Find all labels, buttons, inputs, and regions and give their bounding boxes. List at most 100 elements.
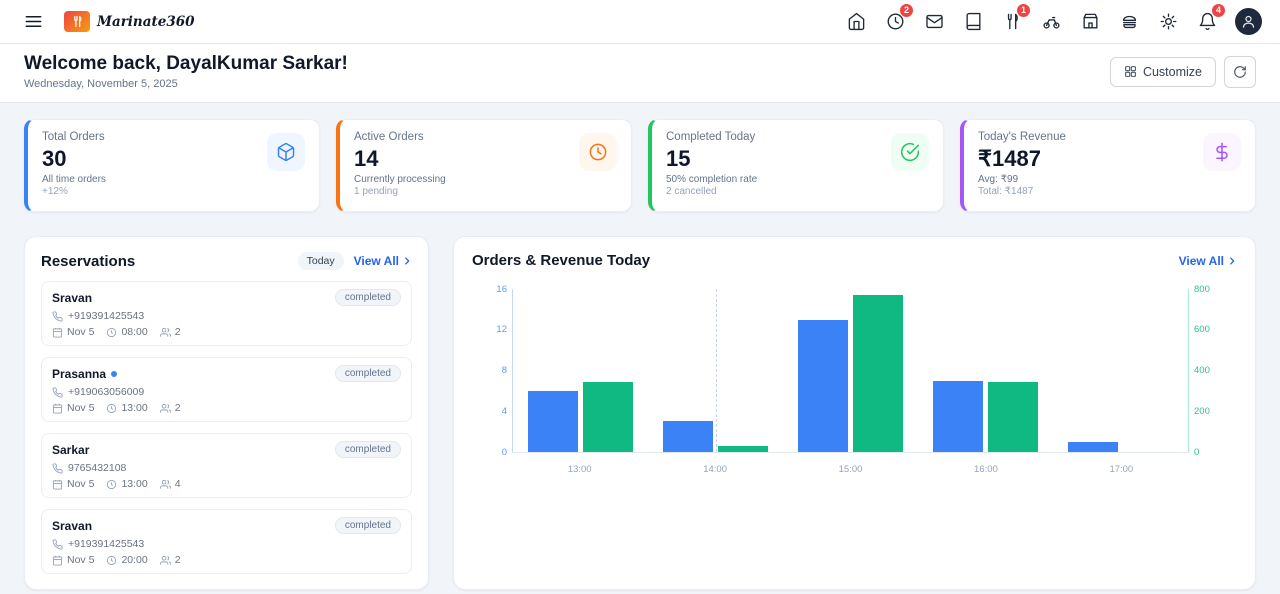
orders-revenue-chart: 0 4 8 12 16 0 200 400 600 800 13:00 14:00 15:00 16:0… (472, 283, 1237, 477)
customize-button[interactable]: Customize (1109, 56, 1216, 87)
user-avatar[interactable] (1235, 8, 1262, 35)
clock-icon[interactable]: 2 (880, 2, 914, 37)
revenue-bar-14:00[interactable] (718, 445, 768, 452)
package-icon (267, 133, 305, 171)
reservation-row[interactable]: Sarkar completed 9765432108 Nov 5 13:00 … (41, 433, 412, 498)
menu-book-icon[interactable] (958, 7, 988, 37)
bar-group-17:00 (1053, 289, 1188, 452)
chart-view-all-link[interactable]: View All (1179, 254, 1237, 268)
reservations-panel: Reservations Today View All Sravan compl… (24, 236, 429, 590)
right-axis-tick: 0 (1194, 446, 1200, 458)
stat-card-active-orders: Active Orders 14 Currently processing 1 … (336, 119, 632, 212)
reservation-guests: 2 (174, 554, 181, 566)
stat-card-total-orders: Total Orders 30 All time orders +12% (24, 119, 320, 212)
stat-subtext: All time orders (42, 174, 106, 185)
reservation-date: Nov 5 (67, 478, 95, 490)
stat-subtext-2: Total: ₹1487 (978, 186, 1034, 197)
reservation-phone: +919391425543 (68, 310, 145, 322)
x-axis-label: 14:00 (703, 464, 727, 475)
chevron-right-icon (405, 257, 410, 265)
reservation-time: 20:00 (121, 554, 148, 566)
stat-subtext: 50% completion rate (666, 174, 758, 185)
reservation-row[interactable]: Prasanna completed +919063056009 Nov 5 1… (41, 357, 412, 422)
reservation-phone: +919391425543 (68, 538, 145, 550)
reservation-guests: 2 (174, 326, 181, 338)
logo-image (64, 11, 90, 32)
stat-label: Today's Revenue (978, 131, 1066, 143)
time-icon (107, 327, 117, 337)
refresh-button[interactable] (1224, 55, 1256, 88)
logo-text: Marinate360 (97, 13, 195, 30)
left-axis-tick: 16 (496, 283, 507, 295)
stat-subtext-2: 1 pending (354, 186, 398, 197)
reservation-date: Nov 5 (67, 326, 95, 338)
refresh-icon (1234, 65, 1246, 78)
reservation-name: Sravan (52, 518, 93, 533)
store-icon[interactable] (1075, 7, 1105, 37)
stats-row: Total Orders 30 All time orders +12% Act… (0, 103, 1280, 212)
orders-bar-17:00[interactable] (1068, 441, 1118, 452)
home-icon[interactable] (841, 7, 871, 37)
app-logo[interactable]: Marinate360 (64, 11, 195, 32)
hamburger-menu-icon[interactable] (18, 7, 48, 37)
revenue-bar-16:00[interactable] (988, 382, 1038, 452)
chart-title: Orders & Revenue Today (472, 252, 651, 269)
time-icon (107, 479, 117, 489)
reservation-name: Sravan (52, 290, 93, 305)
left-axis-tick: 0 (501, 446, 507, 458)
x-axis-label: 15:00 (838, 464, 863, 475)
left-axis-tick: 4 (501, 405, 507, 417)
right-axis-tick: 600 (1194, 324, 1210, 335)
settings-gear-icon[interactable] (1153, 7, 1183, 37)
reservations-view-all-link[interactable]: View All (354, 254, 412, 268)
reservation-row[interactable]: Sravan completed +919391425543 Nov 5 08:… (41, 281, 412, 346)
guests-icon (159, 555, 171, 565)
status-badge: completed (334, 517, 401, 534)
customize-label: Customize (1142, 64, 1202, 79)
stat-label: Completed Today (666, 131, 756, 143)
status-badge: completed (334, 289, 401, 306)
check-circle-icon (891, 133, 929, 171)
revenue-bar-13:00[interactable] (583, 381, 633, 452)
right-axis-tick: 200 (1194, 405, 1210, 417)
stat-value: 15 (666, 146, 691, 171)
stat-label: Total Orders (42, 131, 105, 143)
reservation-guests: 2 (174, 402, 181, 414)
x-axis-label: 17:00 (1109, 464, 1134, 475)
page-title: Welcome back, DayalKumar Sarkar! (24, 53, 348, 74)
bar-group-15:00 (783, 289, 918, 452)
reservation-time: 08:00 (121, 326, 148, 338)
bar-group-14:00 (648, 289, 783, 452)
time-icon (107, 403, 117, 413)
stat-subtext-2: +12% (42, 186, 68, 197)
food-icon[interactable] (1114, 7, 1144, 37)
guests-icon (159, 479, 171, 489)
reservations-title: Reservations (41, 252, 136, 270)
right-axis-tick: 800 (1194, 283, 1210, 295)
orders-bar-15:00[interactable] (798, 319, 848, 452)
reservation-date: Nov 5 (67, 402, 95, 414)
orders-bar-16:00[interactable] (933, 380, 983, 452)
calendar-icon (52, 479, 63, 490)
reservation-row[interactable]: Sravan completed +919391425543 Nov 5 20:… (41, 509, 412, 574)
new-indicator-dot (111, 370, 118, 377)
revenue-bar-15:00[interactable] (853, 295, 903, 452)
phone-icon (52, 538, 63, 549)
dining-badge: 1 (1016, 2, 1031, 18)
delivery-bike-icon[interactable] (1036, 7, 1066, 37)
orders-bar-13:00[interactable] (528, 390, 578, 452)
bell-icon[interactable]: 4 (1192, 2, 1226, 37)
main-content: Reservations Today View All Sravan compl… (0, 212, 1280, 594)
x-axis-label: 16:00 (974, 464, 998, 475)
bar-group-16:00 (918, 289, 1053, 452)
left-axis-tick: 12 (496, 324, 507, 335)
dining-icon[interactable]: 1 (997, 2, 1031, 37)
chevron-right-icon (1230, 256, 1235, 265)
mail-icon[interactable] (919, 7, 949, 37)
today-filter-pill[interactable]: Today (297, 252, 344, 270)
top-navbar: Marinate360 2 1 4 (0, 0, 1280, 44)
dollar-icon (1203, 133, 1241, 171)
bar-group-13:00 (513, 289, 648, 452)
x-axis-label: 13:00 (567, 464, 592, 475)
orders-bar-14:00[interactable] (663, 421, 713, 452)
